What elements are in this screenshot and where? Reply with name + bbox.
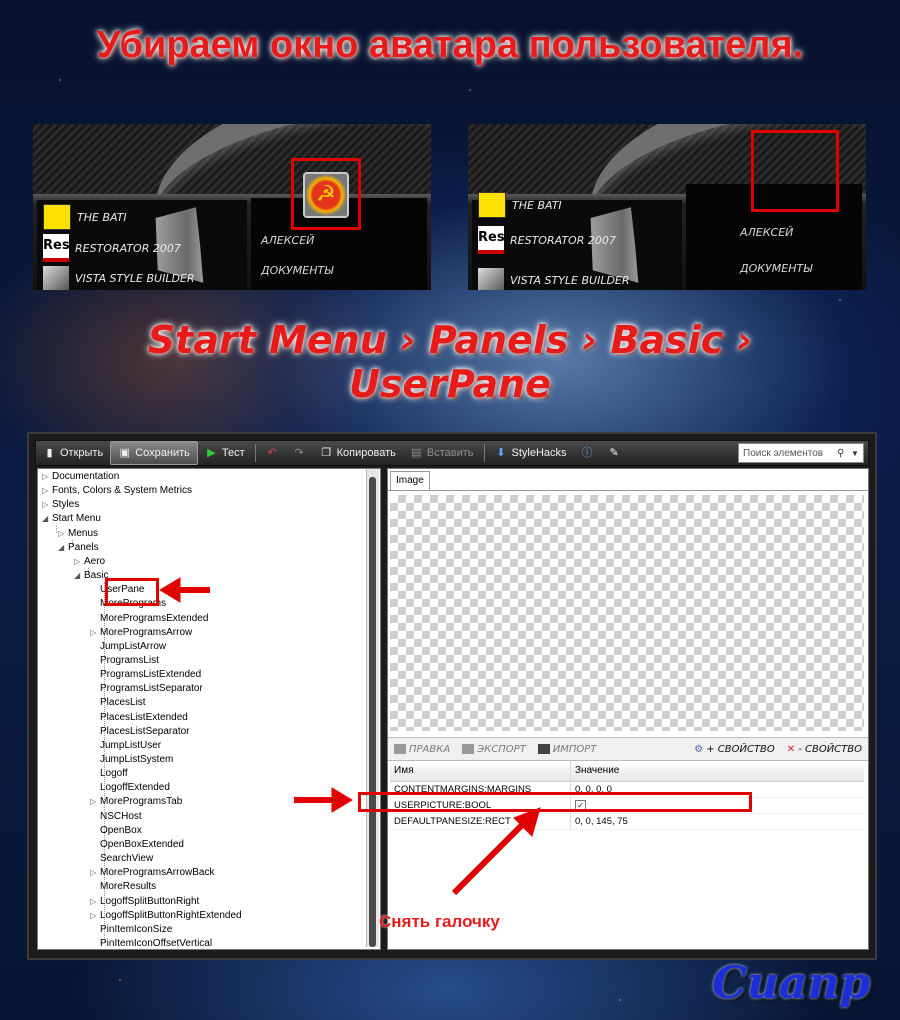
userpicture-row-highlight-box — [358, 792, 752, 812]
arrow-head — [159, 577, 181, 603]
arrow-head — [331, 787, 353, 813]
annotation-arrows — [159, 577, 541, 896]
author-signature: Сиапр — [712, 958, 871, 1009]
arrow-to-checkbox — [451, 821, 526, 896]
instruction-caption: Снять галочку — [379, 912, 500, 931]
